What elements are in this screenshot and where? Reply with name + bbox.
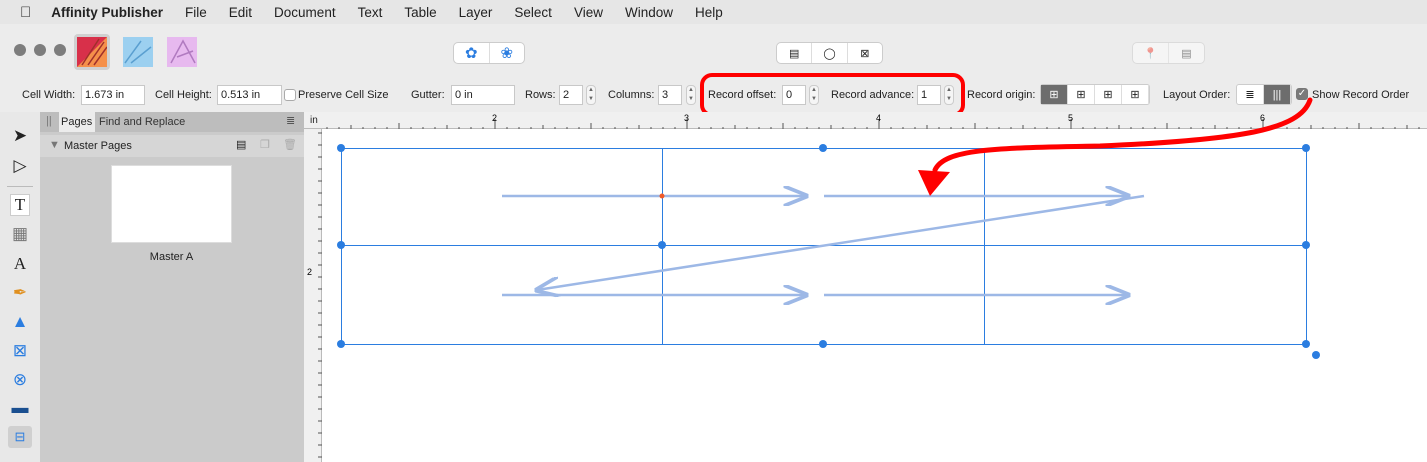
data-merge-layout [337,97,1320,359]
cell-anchor-point [659,193,665,199]
selection-handles[interactable] [337,144,1320,359]
